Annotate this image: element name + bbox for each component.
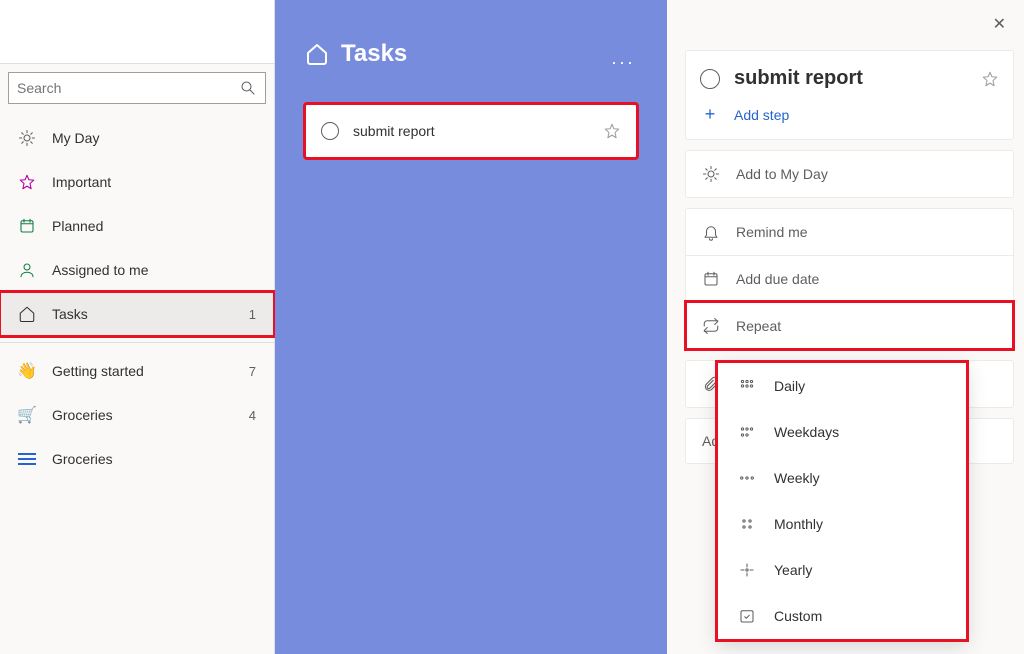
- sidebar-item-my-day[interactable]: My Day: [0, 116, 274, 160]
- person-icon: [18, 261, 36, 279]
- calendar-icon: [702, 270, 720, 288]
- repeat-option-weekly[interactable]: Weekly: [718, 455, 966, 501]
- close-button[interactable]: ✕: [993, 14, 1006, 34]
- star-icon[interactable]: [603, 122, 621, 140]
- sidebar-item-label: Assigned to me: [52, 262, 149, 278]
- sidebar-item-assigned[interactable]: Assigned to me: [0, 248, 274, 292]
- sidebar: My Day Important Planned Assigned to me …: [0, 0, 275, 654]
- sidebar-list-groceries-1[interactable]: 🛒 Groceries 4: [0, 393, 274, 437]
- repeat-option-custom[interactable]: Custom: [718, 593, 966, 639]
- remind-row[interactable]: Remind me: [686, 209, 1013, 255]
- brand-area: [0, 0, 274, 64]
- list-header: Tasks: [305, 40, 637, 68]
- task-title[interactable]: submit report: [734, 67, 967, 90]
- complete-circle[interactable]: [700, 69, 720, 89]
- add-step-label: Add step: [734, 107, 789, 123]
- add-step-button[interactable]: + Add step: [686, 98, 1013, 139]
- star-icon: [18, 173, 36, 191]
- search-box[interactable]: [8, 72, 266, 104]
- cart-icon: 🛒: [18, 406, 36, 424]
- home-icon: [18, 305, 36, 323]
- sidebar-item-count: 1: [249, 307, 256, 322]
- weekly-icon: [738, 469, 756, 487]
- sidebar-item-count: 4: [249, 408, 256, 423]
- task-item[interactable]: submit report: [305, 104, 637, 158]
- sun-icon: [702, 165, 720, 183]
- add-my-day-label: Add to My Day: [736, 166, 828, 182]
- repeat-icon: [702, 317, 720, 335]
- due-date-row[interactable]: Add due date: [686, 255, 1013, 302]
- repeat-option-label: Yearly: [774, 562, 812, 578]
- custom-icon: [738, 607, 756, 625]
- calendar-icon: [18, 217, 36, 235]
- search-input[interactable]: [17, 80, 239, 96]
- sidebar-item-label: My Day: [52, 130, 99, 146]
- sidebar-item-label: Planned: [52, 218, 103, 234]
- monthly-icon: [738, 515, 756, 533]
- add-to-my-day-row[interactable]: Add to My Day: [685, 150, 1014, 198]
- more-button[interactable]: ···: [611, 52, 635, 73]
- repeat-option-label: Custom: [774, 608, 822, 624]
- repeat-popover: Daily Weekdays Weekly Monthly Yearly: [717, 362, 967, 640]
- repeat-option-yearly[interactable]: Yearly: [718, 547, 966, 593]
- list-icon: [18, 450, 36, 468]
- sidebar-item-label: Groceries: [52, 407, 113, 423]
- repeat-option-weekdays[interactable]: Weekdays: [718, 409, 966, 455]
- sidebar-list-groceries-2[interactable]: Groceries: [0, 437, 274, 481]
- home-icon: [305, 42, 329, 66]
- repeat-option-label: Daily: [774, 378, 805, 394]
- repeat-label: Repeat: [736, 318, 781, 334]
- sidebar-item-label: Tasks: [52, 306, 88, 322]
- task-detail-panel: ✕ submit report + Add step Add to My Day: [667, 0, 1024, 654]
- repeat-option-daily[interactable]: Daily: [718, 363, 966, 409]
- sidebar-item-label: Groceries: [52, 451, 113, 467]
- weekdays-icon: [738, 423, 756, 441]
- wave-icon: 👋: [18, 362, 36, 380]
- repeat-option-label: Weekdays: [774, 424, 839, 440]
- sidebar-item-label: Getting started: [52, 363, 144, 379]
- task-title-card: submit report + Add step: [685, 50, 1014, 140]
- sidebar-item-tasks[interactable]: Tasks 1: [0, 292, 274, 336]
- daily-icon: [738, 377, 756, 395]
- task-list-panel: Tasks ··· submit report: [275, 0, 667, 654]
- sidebar-item-important[interactable]: Important: [0, 160, 274, 204]
- sun-icon: [18, 129, 36, 147]
- schedule-card: Remind me Add due date Repeat: [685, 208, 1014, 350]
- list-title: Tasks: [341, 40, 407, 68]
- repeat-option-monthly[interactable]: Monthly: [718, 501, 966, 547]
- repeat-option-label: Weekly: [774, 470, 820, 486]
- sidebar-divider: [0, 342, 274, 343]
- search-icon: [239, 79, 257, 97]
- star-icon[interactable]: [981, 70, 999, 88]
- sidebar-nav: My Day Important Planned Assigned to me …: [0, 112, 274, 481]
- complete-circle[interactable]: [321, 122, 339, 140]
- repeat-option-label: Monthly: [774, 516, 823, 532]
- plus-icon: +: [700, 104, 720, 125]
- sidebar-item-label: Important: [52, 174, 111, 190]
- remind-label: Remind me: [736, 224, 808, 240]
- sidebar-item-count: 7: [249, 364, 256, 379]
- due-date-label: Add due date: [736, 271, 819, 287]
- bell-icon: [702, 223, 720, 241]
- repeat-row[interactable]: Repeat: [686, 302, 1013, 349]
- task-label: submit report: [353, 123, 435, 139]
- sidebar-item-planned[interactable]: Planned: [0, 204, 274, 248]
- yearly-icon: [738, 561, 756, 579]
- sidebar-list-getting-started[interactable]: 👋 Getting started 7: [0, 349, 274, 393]
